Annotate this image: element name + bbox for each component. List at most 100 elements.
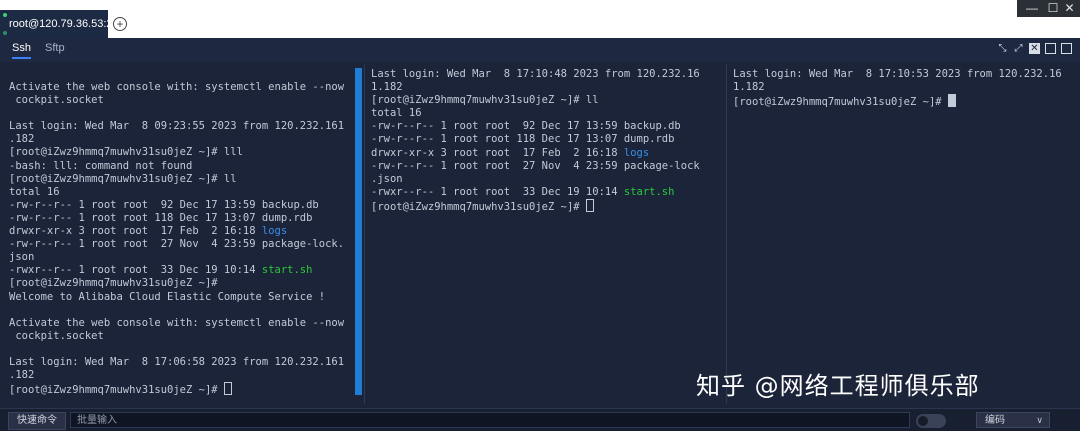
collapse-icon[interactable]: ⤡ — [997, 43, 1008, 54]
status-dot-icon — [3, 13, 7, 17]
terminal-line: Activate the web console with: systemctl… — [9, 81, 359, 94]
terminal-line: [root@iZwz9hmmq7muwhv31su0jeZ ~]# lll — [9, 146, 359, 159]
terminal-line: drwxr-xr-x 3 root root 17 Feb 2 16:18 lo… — [9, 225, 359, 238]
terminal-text: -rw-r--r-- 1 root root 92 Dec 17 13:59 b… — [9, 198, 319, 211]
split-view-icon[interactable] — [1045, 43, 1056, 54]
pane-divider[interactable] — [364, 64, 365, 404]
terminal-line: .182 — [9, 133, 359, 146]
terminal-pane-1[interactable]: Activate the web console with: systemctl… — [9, 81, 359, 421]
terminal-text: 1.182 — [733, 81, 765, 94]
session-tab[interactable]: root@120.79.36.53:22 — [0, 10, 119, 38]
terminal-text: -rwxr--r-- 1 root root 33 Dec 19 10:14 — [371, 185, 624, 198]
terminal-text: drwxr-xr-x 3 root root 17 Feb 2 16:18 — [371, 146, 624, 159]
terminal-line: drwxr-xr-x 3 root root 17 Feb 2 16:18 lo… — [371, 147, 723, 160]
grid-icon[interactable] — [1061, 43, 1072, 54]
terminal-line: -rw-r--r-- 1 root root 27 Nov 4 23:59 pa… — [9, 238, 359, 251]
terminal-line: 1.182 — [371, 81, 723, 94]
pane-divider[interactable] — [726, 64, 727, 404]
terminal-text: cockpit.socket — [9, 94, 104, 107]
terminal-line: total 16 — [9, 186, 359, 199]
cursor — [223, 382, 232, 396]
quick-command-button[interactable]: 快速命令 — [8, 412, 66, 430]
encoding-label: 编码 — [985, 415, 1005, 426]
scrollbar[interactable] — [355, 68, 362, 395]
terminal-text: Last login: Wed Mar 8 09:23:55 2023 from… — [9, 120, 345, 133]
terminal-line: total 16 — [371, 107, 723, 120]
terminal-text: -rw-r--r-- 1 root root 92 Dec 17 13:59 b… — [371, 120, 681, 133]
batch-input-field[interactable]: 批量输入 — [70, 412, 910, 428]
terminal-pane-2[interactable]: Last login: Wed Mar 8 17:10:48 2023 from… — [371, 68, 723, 408]
terminal-text: Welcome to Alibaba Cloud Elastic Compute… — [9, 290, 326, 303]
close-window-button[interactable]: ✕ — [1059, 0, 1080, 17]
terminal-text: json — [9, 251, 35, 264]
terminal-line: [root@iZwz9hmmq7muwhv31su0jeZ ~]# — [9, 277, 359, 290]
chevron-down-icon: ∨ — [1036, 416, 1043, 426]
tab-strip: root@120.79.36.53:22 + — ☐ ✕ — [0, 0, 1080, 38]
terminal-text: -rwxr--r-- 1 root root 33 Dec 19 10:14 — [9, 264, 262, 277]
session-tab-title: root@120.79.36.53:22 — [9, 18, 119, 30]
terminal-text: total 16 — [371, 107, 422, 120]
terminal-text: -rw-r--r-- 1 root root 27 Nov 4 23:59 pa… — [371, 159, 700, 172]
tab-ssh[interactable]: Ssh — [12, 42, 31, 59]
terminal-line: Welcome to Alibaba Cloud Elastic Compute… — [9, 291, 359, 304]
terminal-line: -rwxr--r-- 1 root root 33 Dec 19 10:14 s… — [9, 264, 359, 277]
bottom-bar: 快速命令 批量输入 编码 ∨ — [0, 408, 1080, 431]
terminal-line: Last login: Wed Mar 8 17:10:53 2023 from… — [733, 68, 1078, 81]
terminal-line: -rw-r--r-- 1 root root 118 Dec 17 13:07 … — [371, 133, 723, 146]
terminal-text: 1.182 — [371, 81, 403, 94]
terminal-line: [root@iZwz9hmmq7muwhv31su0jeZ ~]# ll — [9, 173, 359, 186]
add-tab-icon[interactable]: + — [113, 17, 127, 31]
cursor — [947, 94, 956, 108]
terminal-line: [root@iZwz9hmmq7muwhv31su0jeZ ~]# — [733, 94, 1078, 109]
terminal-text: .182 — [9, 133, 35, 146]
terminal-line: [root@iZwz9hmmq7muwhv31su0jeZ ~]# — [9, 382, 359, 397]
terminal-text: drwxr-xr-x 3 root root 17 Feb 2 16:18 — [9, 225, 262, 238]
terminal-line: [root@iZwz9hmmq7muwhv31su0jeZ ~]# ll — [371, 94, 723, 107]
terminal-text: -rw-r--r-- 1 root root 118 Dec 17 13:07 … — [371, 133, 675, 146]
terminal-line: cockpit.socket — [9, 330, 359, 343]
terminal-text: [root@iZwz9hmmq7muwhv31su0jeZ ~]# ll — [371, 94, 599, 107]
terminal-line: Last login: Wed Mar 8 17:10:48 2023 from… — [371, 68, 723, 81]
terminal-line: -rw-r--r-- 1 root root 27 Nov 4 23:59 pa… — [371, 160, 723, 173]
terminal-line: Last login: Wed Mar 8 09:23:55 2023 from… — [9, 120, 359, 133]
batch-toggle[interactable] — [916, 414, 946, 428]
terminal-text: -bash: lll: command not found — [9, 159, 193, 172]
terminal-line: -rw-r--r-- 1 root root 118 Dec 17 13:07 … — [9, 212, 359, 225]
terminal-line: json — [9, 251, 359, 264]
terminal-line: -rw-r--r-- 1 root root 92 Dec 17 13:59 b… — [9, 199, 359, 212]
terminal-text: [root@iZwz9hmmq7muwhv31su0jeZ ~]# ll — [9, 172, 237, 185]
terminal-text: total 16 — [9, 185, 60, 198]
terminal-text: Last login: Wed Mar 8 17:10:48 2023 from… — [371, 68, 700, 80]
terminal-text: .182 — [9, 369, 35, 382]
terminal-line: Activate the web console with: systemctl… — [9, 317, 359, 330]
terminal-text: [root@iZwz9hmmq7muwhv31su0jeZ ~]# — [733, 96, 948, 109]
tab-sftp[interactable]: Sftp — [45, 42, 65, 54]
terminal-text: [root@iZwz9hmmq7muwhv31su0jeZ ~]# lll — [9, 146, 243, 159]
directory-name: logs — [261, 225, 288, 238]
terminal-text: Last login: Wed Mar 8 17:10:53 2023 from… — [733, 68, 1062, 80]
layout-toolbar: ⤡ ⤢ ✕ — [997, 43, 1072, 54]
terminal-pane-3[interactable]: Last login: Wed Mar 8 17:10:53 2023 from… — [733, 68, 1078, 408]
encoding-select[interactable]: 编码 ∨ — [976, 412, 1050, 428]
terminal-text: [root@iZwz9hmmq7muwhv31su0jeZ ~]# — [9, 384, 224, 397]
terminal-text: [root@iZwz9hmmq7muwhv31su0jeZ ~]# — [371, 200, 586, 213]
terminal-line: -rwxr--r-- 1 root root 33 Dec 19 10:14 s… — [371, 186, 723, 199]
terminal-line: .json — [371, 173, 723, 186]
terminal-line: Last login: Wed Mar 8 17:06:58 2023 from… — [9, 356, 359, 369]
terminal-text: .json — [371, 172, 403, 185]
cursor — [585, 198, 594, 212]
expand-icon[interactable]: ⤢ — [1013, 43, 1024, 54]
watermark: 知乎 @网络工程师俱乐部 — [696, 372, 980, 400]
terminal-line: 1.182 — [733, 81, 1078, 94]
close-pane-icon[interactable]: ✕ — [1029, 43, 1040, 54]
status-dot-icon — [3, 31, 7, 35]
terminal-line: [root@iZwz9hmmq7muwhv31su0jeZ ~]# — [371, 198, 723, 214]
terminal-text: Activate the web console with: systemctl… — [9, 316, 345, 329]
terminal-text: -rw-r--r-- 1 root root 118 Dec 17 13:07 … — [9, 211, 313, 224]
terminal-line: -bash: lll: command not found — [9, 160, 359, 173]
executable-name: start.sh — [261, 264, 313, 277]
terminal-text: -rw-r--r-- 1 root root 27 Nov 4 23:59 pa… — [9, 238, 345, 251]
